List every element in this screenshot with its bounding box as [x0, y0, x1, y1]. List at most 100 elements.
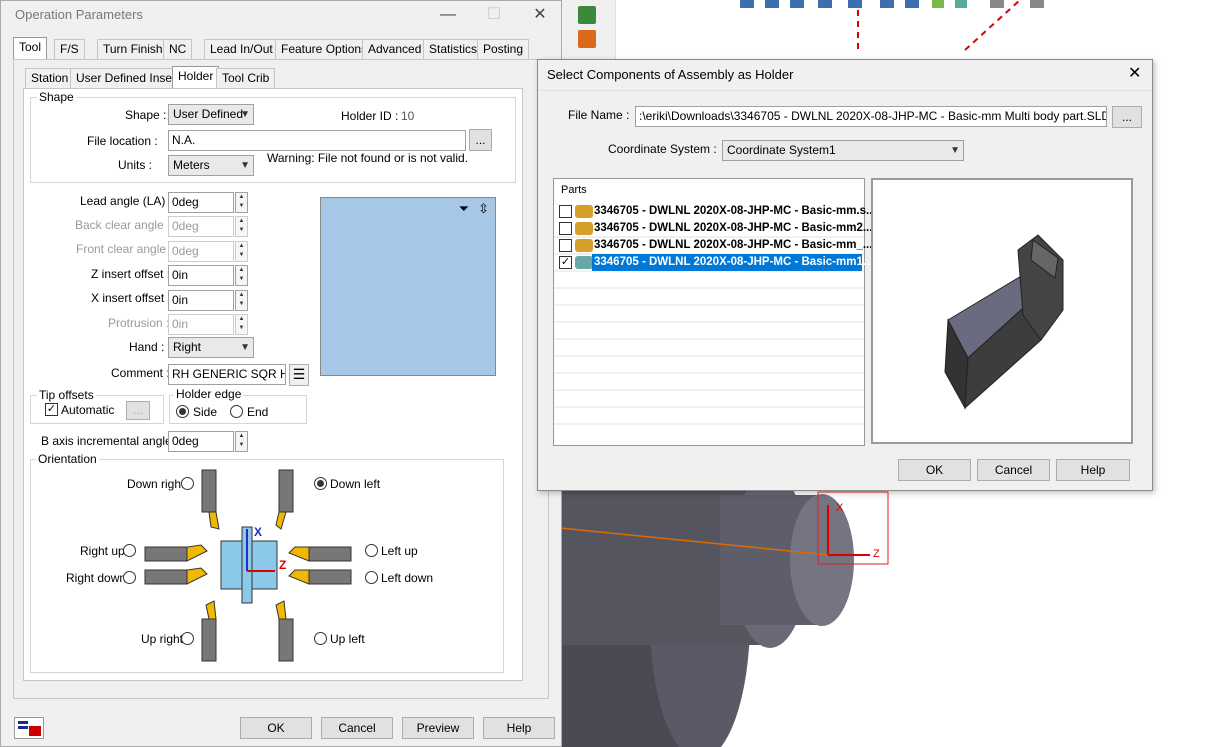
tab-posting[interactable]: Posting [477, 39, 530, 60]
shape-group-label: Shape [37, 90, 76, 104]
left-up-label: Left up [381, 544, 418, 558]
tab-tool[interactable]: Tool [13, 37, 48, 60]
preview-button[interactable]: Preview [402, 717, 474, 739]
file-name-input[interactable]: :\eriki\Downloads\3346705 - DWLNL 2020X-… [635, 106, 1107, 127]
side-radio[interactable] [176, 405, 189, 418]
help-button[interactable]: Help [1056, 459, 1130, 481]
back-clear-angle-input[interactable]: 0deg [168, 216, 234, 237]
operation-parameters-dialog: Operation Parameters — ☐ ✕ Tool F/S Turn… [0, 0, 562, 747]
minimize-button[interactable]: — [433, 3, 463, 27]
select-components-dialog: Select Components of Assembly as Holder … [537, 59, 1153, 491]
coordinate-system-label: Coordinate System : [608, 142, 717, 156]
front-clear-angle-label: Front clear angle : [76, 242, 173, 256]
lead-angle-spinner[interactable]: ▲ ▼ [235, 192, 248, 213]
coordinate-system-select[interactable]: Coordinate System1 ▼ [722, 140, 964, 161]
tab-lead-in-out[interactable]: Lead In/Out [204, 39, 279, 60]
close-button[interactable]: ✕ [525, 3, 555, 27]
b-axis-spinner[interactable]: ▲ ▼ [235, 431, 248, 452]
tab-feature-options[interactable]: Feature Options [275, 39, 374, 60]
protrusion-spinner[interactable]: ▲ ▼ [235, 314, 248, 335]
list-item[interactable]: 3346705 - DWLNL 2020X-08-JHP-MC - Basic-… [558, 220, 876, 237]
part-name: 3346705 - DWLNL 2020X-08-JHP-MC - Basic-… [594, 205, 876, 217]
automatic-label: Automatic [61, 403, 115, 417]
front-clear-angle-input[interactable]: 0deg [168, 241, 234, 262]
tab-nc[interactable]: NC [163, 39, 193, 60]
part-preview [871, 178, 1133, 444]
left-down-label: Left down [381, 571, 434, 585]
end-radio[interactable] [230, 405, 243, 418]
chevron-down-icon: ▼ [240, 160, 250, 171]
units-select[interactable]: Meters ▼ [168, 155, 254, 176]
cancel-button[interactable]: Cancel [977, 459, 1050, 481]
file-location-input[interactable]: N.A. [168, 130, 466, 151]
subtab-station[interactable]: Station [25, 68, 75, 89]
x-insert-offset-input[interactable]: 0in [168, 290, 234, 311]
part-checkbox[interactable]: ✓ [559, 256, 572, 269]
automatic-checkbox[interactable]: ✓ [45, 403, 58, 416]
part-icon [575, 205, 593, 218]
orientation-z-label: Z [279, 558, 287, 572]
holder-model [944, 234, 1064, 410]
b-axis-input[interactable]: 0deg [168, 431, 234, 452]
right-down-label: Right down [66, 571, 127, 585]
ok-button[interactable]: OK [240, 717, 312, 739]
up-left-radio[interactable] [314, 632, 327, 645]
x-insert-offset-label: X insert offset : [91, 291, 171, 305]
x-insert-offset-spinner[interactable]: ▲ ▼ [235, 290, 248, 311]
part-name: 3346705 - DWLNL 2020X-08-JHP-MC - Basic-… [594, 256, 876, 268]
menu-icon[interactable]: ☰ [289, 364, 309, 386]
right-up-radio[interactable] [123, 544, 136, 557]
tab-turn-finish[interactable]: Turn Finish [97, 39, 169, 60]
sort-icon[interactable]: ⇳ [478, 201, 489, 217]
z-insert-offset-input[interactable]: 0in [168, 265, 234, 286]
help-button[interactable]: Help [483, 717, 555, 739]
up-right-radio[interactable] [181, 632, 194, 645]
cancel-button[interactable]: Cancel [321, 717, 393, 739]
protrusion-input[interactable]: 0in [168, 314, 234, 335]
part-checkbox[interactable] [559, 222, 572, 235]
tip-offsets-label: Tip offsets [37, 388, 96, 402]
down-left-radio[interactable] [314, 477, 327, 490]
back-clear-angle-label: Back clear angle : [75, 218, 171, 232]
right-down-radio[interactable] [123, 571, 136, 584]
part-checkbox[interactable] [559, 239, 572, 252]
subtab-user-defined-insert[interactable]: User Defined Insert [70, 68, 186, 89]
tab-advanced[interactable]: Advanced [362, 39, 428, 60]
close-icon[interactable]: ✕ [1128, 63, 1141, 83]
app-icon[interactable] [14, 717, 44, 739]
tab-fs[interactable]: F/S [54, 39, 85, 60]
tip-offsets-browse-button[interactable]: ... [126, 401, 150, 420]
protrusion-label: Protrusion : [108, 316, 170, 330]
left-up-radio[interactable] [365, 544, 378, 557]
filter-icon[interactable]: ⏷ [459, 201, 469, 217]
ok-button[interactable]: OK [898, 459, 971, 481]
z-insert-offset-spinner[interactable]: ▲ ▼ [235, 265, 248, 286]
front-clear-angle-spinner[interactable]: ▲ ▼ [235, 241, 248, 262]
shape-select[interactable]: User Defined ▼ [168, 104, 254, 125]
back-clear-angle-spinner[interactable]: ▲ ▼ [235, 216, 248, 237]
subtab-holder[interactable]: Holder [172, 66, 220, 89]
hand-value: Right [173, 340, 202, 354]
part-name: 3346705 - DWLNL 2020X-08-JHP-MC - Basic-… [594, 239, 873, 251]
parts-list: Parts 3346705 - DWLNL 2020X-08-JHP-MC - … [553, 178, 876, 446]
file-browse-button[interactable]: ... [469, 129, 492, 151]
part-checkbox[interactable] [559, 205, 572, 218]
list-item[interactable]: 3346705 - DWLNL 2020X-08-JHP-MC - Basic-… [558, 237, 872, 254]
left-down-radio[interactable] [365, 571, 378, 584]
subtab-tool-crib[interactable]: Tool Crib [216, 68, 276, 89]
z-insert-offset-label: Z insert offset : [91, 267, 171, 281]
lead-angle-input[interactable]: 0deg [168, 192, 234, 213]
lead-angle-label: Lead angle (LA) : [80, 194, 173, 208]
units-label: Units : [118, 158, 153, 172]
maximize-button[interactable]: ☐ [479, 3, 509, 27]
down-left-label: Down left [330, 477, 381, 491]
part-icon [575, 256, 593, 269]
list-item-selected[interactable]: ✓ 3346705 - DWLNL 2020X-08-JHP-MC - Basi… [558, 254, 876, 271]
file-browse-button[interactable]: ... [1112, 106, 1142, 128]
holder-preview: ⏷ ⇳ [320, 197, 496, 376]
list-item[interactable]: 3346705 - DWLNL 2020X-08-JHP-MC - Basic-… [558, 203, 876, 220]
tab-statistics[interactable]: Statistics [423, 39, 484, 60]
hand-select[interactable]: Right ▼ [168, 337, 254, 358]
comment-input[interactable]: RH GENERIC SQR HO [168, 364, 286, 385]
down-right-radio[interactable] [181, 477, 194, 490]
